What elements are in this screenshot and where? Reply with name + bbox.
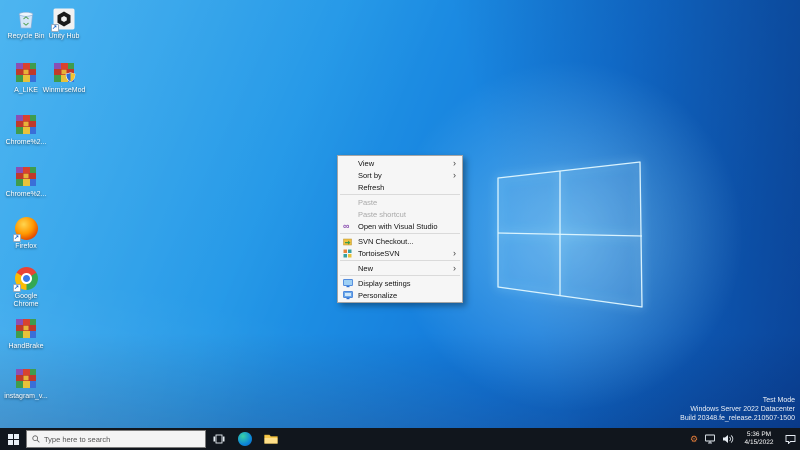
menu-item-open-with-visual-studio[interactable]: ∞ Open with Visual Studio — [338, 220, 462, 232]
firefox-icon: ↗ — [14, 216, 39, 241]
clock-date: 4/15/2022 — [738, 439, 780, 447]
file-explorer-taskbar-button[interactable] — [258, 428, 284, 450]
speaker-icon — [722, 434, 734, 444]
edge-icon — [238, 432, 252, 446]
search-placeholder: Type here to search — [44, 435, 110, 444]
task-view-button[interactable] — [206, 428, 232, 450]
desktop[interactable]: Recycle Bin ↗ Unity Hub A_LIKE — [0, 0, 800, 450]
desktop-icon-label: Chrome%2... — [6, 139, 47, 147]
action-center-button[interactable] — [783, 428, 797, 450]
menu-item-refresh[interactable]: Refresh — [338, 181, 462, 193]
submenu-arrow-icon: › — [453, 249, 456, 258]
menu-item-view[interactable]: View › — [338, 157, 462, 169]
file-explorer-icon — [264, 433, 278, 445]
watermark-line-2: Windows Server 2022 Datacenter — [680, 405, 795, 414]
desktop-icon-instagram-archive[interactable]: instagram_v... — [4, 366, 48, 401]
start-button[interactable] — [0, 428, 26, 450]
desktop-icon-label: WinmirseMod — [43, 87, 86, 95]
shortcut-arrow-badge: ↗ — [51, 24, 59, 32]
desktop-icon-chrome-archive-2[interactable]: Chrome%2... — [4, 164, 48, 199]
menu-separator — [340, 275, 460, 276]
recycle-bin-icon — [14, 6, 39, 31]
winrar-archive-icon — [14, 366, 39, 391]
desktop-icon-firefox[interactable]: ↗ Firefox — [4, 216, 48, 251]
menu-item-label: Open with Visual Studio — [358, 222, 457, 231]
desktop-icon-chrome-archive-1[interactable]: Chrome%2... — [4, 112, 48, 147]
winrar-archive-icon — [14, 112, 39, 137]
menu-item-paste: Paste — [338, 196, 462, 208]
desktop-icon-label: Recycle Bin — [8, 33, 45, 41]
menu-item-label: SVN Checkout... — [358, 237, 457, 246]
menu-item-display-settings[interactable]: Display settings — [338, 277, 462, 289]
taskbar: Type here to search ⚙ — [0, 428, 800, 450]
menu-separator — [340, 194, 460, 195]
tray-app-button[interactable]: ⚙ — [687, 428, 701, 450]
desktop-icon-label: Chrome%2... — [6, 191, 47, 199]
gear-icon: ⚙ — [690, 435, 698, 444]
winrar-archive-shield-icon — [52, 60, 77, 85]
desktop-icon-unity-hub[interactable]: ↗ Unity Hub — [42, 6, 86, 41]
menu-item-label: View — [358, 159, 453, 168]
submenu-arrow-icon: › — [453, 159, 456, 168]
search-icon — [32, 435, 40, 443]
desktop-icon-label: Google Chrome — [4, 293, 48, 309]
svn-checkout-icon — [343, 237, 358, 246]
unity-hub-icon: ↗ — [52, 6, 77, 31]
menu-item-label: Display settings — [358, 279, 457, 288]
windows-logo-icon — [8, 434, 19, 445]
menu-item-paste-shortcut: Paste shortcut — [338, 208, 462, 220]
desktop-icon-label: instagram_v... — [4, 393, 47, 401]
desktop-context-menu: View › Sort by › Refresh Paste Paste sho… — [337, 155, 463, 303]
menu-item-label: New — [358, 264, 453, 273]
shortcut-arrow-badge: ↗ — [13, 234, 21, 242]
watermark-line-1: Test Mode — [680, 396, 795, 405]
desktop-icon-label: HandBrake — [8, 343, 43, 351]
test-mode-watermark: Test Mode Windows Server 2022 Datacenter… — [680, 396, 795, 423]
winrar-archive-icon — [14, 60, 39, 85]
menu-item-new[interactable]: New › — [338, 262, 462, 274]
desktop-icon-label: Firefox — [15, 243, 36, 251]
windows-logo-wallpaper — [490, 155, 652, 317]
desktop-icon-handbrake[interactable]: HandBrake — [4, 316, 48, 351]
menu-item-tortoisesvn[interactable]: TortoiseSVN › — [338, 247, 462, 259]
winrar-archive-icon — [14, 164, 39, 189]
visual-studio-icon: ∞ — [343, 222, 358, 231]
menu-separator — [340, 233, 460, 234]
submenu-arrow-icon: › — [453, 171, 456, 180]
menu-item-personalize[interactable]: Personalize — [338, 289, 462, 301]
task-view-icon — [213, 433, 225, 445]
taskbar-clock[interactable]: 5:36 PM 4/15/2022 — [738, 431, 780, 447]
system-tray: ⚙ 5:36 PM 4/15/2022 — [687, 428, 800, 450]
network-button[interactable] — [704, 428, 718, 450]
desktop-icon-label: Unity Hub — [49, 33, 80, 41]
menu-item-label: Paste — [358, 198, 457, 207]
volume-button[interactable] — [721, 428, 735, 450]
menu-item-label: Refresh — [358, 183, 457, 192]
menu-item-sort-by[interactable]: Sort by › — [338, 169, 462, 181]
personalize-icon — [343, 291, 358, 300]
taskbar-search-input[interactable]: Type here to search — [26, 430, 206, 448]
clock-time: 5:36 PM — [738, 431, 780, 439]
desktop-icon-label: A_LIKE — [14, 87, 38, 95]
action-center-icon — [785, 434, 796, 444]
edge-taskbar-button[interactable] — [232, 428, 258, 450]
menu-item-svn-checkout[interactable]: SVN Checkout... — [338, 235, 462, 247]
menu-item-label: Paste shortcut — [358, 210, 457, 219]
winrar-archive-icon — [14, 316, 39, 341]
watermark-line-3: Build 20348.fe_release.210507-1500 — [680, 414, 795, 423]
menu-item-label: Sort by — [358, 171, 453, 180]
desktop-icon-google-chrome[interactable]: ↗ Google Chrome — [4, 266, 48, 309]
desktop-icon-winmirsemod[interactable]: WinmirseMod — [42, 60, 86, 95]
menu-separator — [340, 260, 460, 261]
display-settings-icon — [343, 279, 358, 288]
menu-item-label: TortoiseSVN — [358, 249, 453, 258]
chrome-icon: ↗ — [14, 266, 39, 291]
tortoisesvn-icon — [343, 249, 358, 258]
menu-item-label: Personalize — [358, 291, 457, 300]
shortcut-arrow-badge: ↗ — [13, 284, 21, 292]
submenu-arrow-icon: › — [453, 264, 456, 273]
network-icon — [705, 434, 717, 444]
